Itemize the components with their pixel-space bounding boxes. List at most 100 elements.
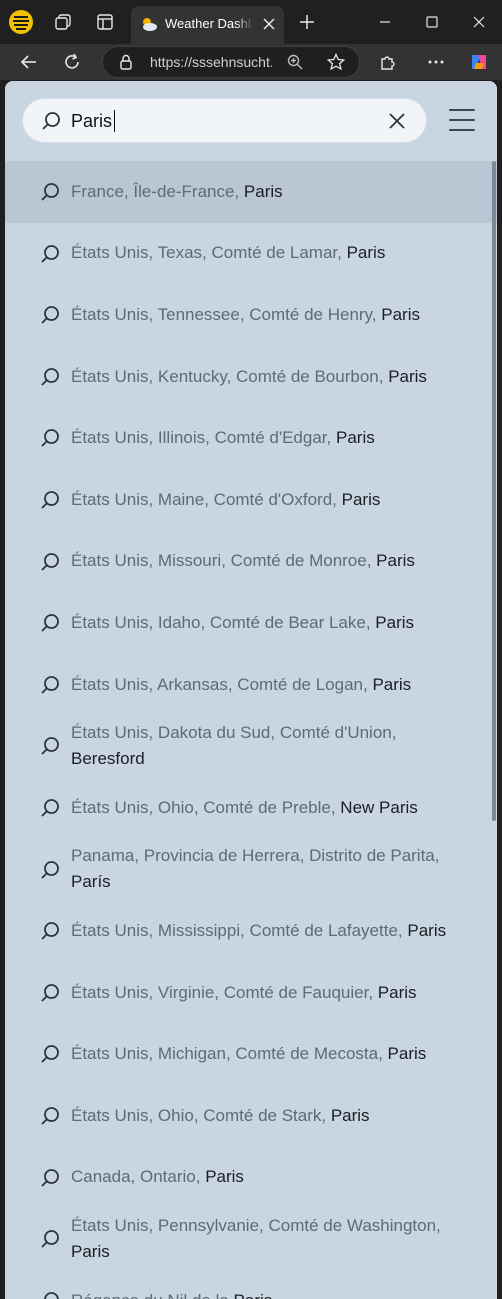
result-region: États Unis, Pennsylvanie, Comté de Washi… bbox=[71, 1215, 441, 1235]
result-row[interactable]: États Unis, Dakota du Sud, Comté d'Union… bbox=[5, 715, 497, 777]
result-region: États Unis, Arkansas, Comté de Logan, bbox=[71, 674, 373, 694]
result-row[interactable]: États Unis, Pennsylvanie, Comté de Washi… bbox=[5, 1208, 497, 1270]
result-place: Paris bbox=[377, 982, 417, 1002]
result-text: France, Île-de-France, Paris bbox=[71, 161, 471, 223]
result-text: États Unis, Ohio, Comté de Stark, Paris bbox=[71, 1085, 471, 1147]
search-icon bbox=[40, 428, 60, 448]
result-text: États Unis, Pennsylvanie, Comté de Washi… bbox=[71, 1208, 471, 1270]
result-row[interactable]: États Unis, Michigan, Comté de Mecosta, … bbox=[5, 1023, 497, 1085]
result-region: États Unis, Idaho, Comté de Bear Lake, bbox=[71, 612, 376, 632]
result-row[interactable]: Canada, Ontario, Paris bbox=[5, 1147, 497, 1209]
url-text: https://sssehnsucht.github.io bbox=[150, 54, 272, 70]
search-icon bbox=[40, 1168, 60, 1188]
clear-search-icon[interactable] bbox=[387, 111, 407, 131]
result-text: Régence du Nil de la Paris bbox=[71, 1270, 471, 1299]
search-icon bbox=[41, 111, 61, 131]
result-row[interactable]: États Unis, Illinois, Comté d'Edgar, Par… bbox=[5, 407, 497, 469]
result-region: États Unis, Kentucky, Comté de Bourbon, bbox=[71, 366, 389, 386]
search-icon bbox=[40, 675, 60, 695]
result-text: États Unis, Kentucky, Comté de Bourbon, … bbox=[71, 346, 471, 408]
result-place: Paris bbox=[341, 489, 381, 509]
search-icon bbox=[40, 736, 60, 756]
search-icon bbox=[40, 552, 60, 572]
result-place: Paris bbox=[205, 1167, 244, 1187]
result-row[interactable]: États Unis, Ohio, Comté de Preble, New P… bbox=[5, 777, 497, 839]
search-icon bbox=[40, 305, 60, 325]
result-text: États Unis, Texas, Comté de Lamar, Paris bbox=[71, 223, 471, 285]
search-input[interactable] bbox=[71, 107, 371, 135]
result-region: États Unis, Tennessee, Comté de Henry, bbox=[71, 304, 382, 324]
maximize-icon[interactable] bbox=[417, 8, 447, 36]
search-icon bbox=[40, 921, 60, 941]
result-text: Canada, Ontario, Paris bbox=[71, 1147, 471, 1209]
result-text: États Unis, Illinois, Comté d'Edgar, Par… bbox=[71, 407, 471, 469]
search-header bbox=[5, 81, 497, 161]
result-row[interactable]: États Unis, Ohio, Comté de Stark, Paris bbox=[5, 1085, 497, 1147]
result-text: États Unis, Arkansas, Comté de Logan, Pa… bbox=[71, 654, 471, 716]
result-region: États Unis, Michigan, Comté de Mecosta, bbox=[71, 1044, 388, 1064]
result-place: Paris bbox=[375, 612, 415, 632]
search-icon bbox=[40, 1291, 60, 1299]
zoom-icon[interactable] bbox=[287, 54, 303, 70]
back-arrow-icon[interactable] bbox=[15, 48, 43, 76]
minimize-icon[interactable] bbox=[370, 8, 400, 36]
tab-title: Weather Dashboard bbox=[165, 16, 253, 31]
result-place: Paris bbox=[388, 366, 427, 386]
search-box[interactable] bbox=[22, 98, 427, 143]
result-row[interactable]: États Unis, Mississippi, Comté de Lafaye… bbox=[5, 900, 497, 962]
result-text: États Unis, Mississippi, Comté de Lafaye… bbox=[71, 900, 471, 962]
new-tab-icon[interactable] bbox=[294, 9, 320, 35]
result-place: Paris bbox=[381, 304, 420, 324]
search-icon bbox=[40, 367, 60, 387]
result-row[interactable]: États Unis, Tennessee, Comté de Henry, P… bbox=[5, 284, 497, 346]
window-close-icon[interactable] bbox=[464, 8, 494, 36]
tab-weather-dashboard[interactable]: Weather Dashboard bbox=[131, 6, 284, 44]
result-row[interactable]: États Unis, Maine, Comté d'Oxford, Paris bbox=[5, 469, 497, 531]
search-results-list: France, Île-de-France, Paris États Unis, … bbox=[5, 161, 497, 1299]
result-row[interactable]: États Unis, Missouri, Comté de Monroe, P… bbox=[5, 531, 497, 593]
result-region: Régence du Nil de la bbox=[71, 1291, 234, 1299]
search-icon bbox=[40, 1229, 60, 1249]
result-place: Paris bbox=[335, 428, 375, 448]
result-place: Paris bbox=[346, 243, 386, 263]
result-row[interactable]: Régence du Nil de la Paris bbox=[5, 1270, 497, 1299]
result-text: États Unis, Virginie, Comté de Fauquier,… bbox=[71, 962, 471, 1024]
result-place: New Paris bbox=[340, 797, 418, 817]
workspaces-icon[interactable] bbox=[50, 9, 76, 35]
result-text: États Unis, Idaho, Comté de Bear Lake, P… bbox=[71, 592, 471, 654]
result-place: Paris bbox=[387, 1044, 427, 1064]
result-region: États Unis, Ohio, Comté de Preble, bbox=[71, 797, 341, 817]
result-region: États Unis, Missouri, Comté de Monroe, bbox=[71, 551, 377, 571]
result-place: Paris bbox=[372, 674, 412, 694]
result-region: États Unis, Ohio, Comté de Stark, bbox=[71, 1105, 331, 1125]
extensions-icon[interactable] bbox=[374, 48, 402, 76]
result-row[interactable]: États Unis, Kentucky, Comté de Bourbon, … bbox=[5, 346, 497, 408]
result-row[interactable]: États Unis, Idaho, Comté de Bear Lake, P… bbox=[5, 592, 497, 654]
result-place: Paris bbox=[376, 551, 415, 571]
vertical-tabs-icon[interactable] bbox=[92, 9, 118, 35]
favorite-star-icon[interactable] bbox=[326, 52, 346, 71]
result-region: France, Île-de-France, bbox=[71, 181, 244, 201]
result-row[interactable]: États Unis, Arkansas, Comté de Logan, Pa… bbox=[5, 654, 497, 716]
copilot-icon[interactable] bbox=[465, 48, 493, 76]
browser-tab-bar: Weather Dashboard bbox=[0, 0, 502, 44]
scrollbar[interactable] bbox=[492, 161, 496, 821]
result-place: Beresford bbox=[71, 749, 145, 769]
result-place: Paris bbox=[71, 1241, 110, 1261]
lock-icon[interactable] bbox=[119, 54, 135, 70]
result-place: Paris bbox=[407, 920, 447, 940]
tab-close-icon[interactable] bbox=[260, 15, 278, 33]
result-place: París bbox=[71, 872, 111, 892]
result-text: États Unis, Ohio, Comté de Preble, New P… bbox=[71, 777, 471, 839]
profile-avatar-icon[interactable] bbox=[8, 9, 34, 35]
weather-favicon-icon bbox=[139, 15, 159, 35]
result-row[interactable]: États Unis, Texas, Comté de Lamar, Paris bbox=[5, 223, 497, 285]
more-options-icon[interactable] bbox=[422, 48, 450, 76]
search-icon bbox=[40, 613, 60, 633]
result-row[interactable]: France, Île-de-France, Paris bbox=[5, 161, 497, 223]
reload-icon[interactable] bbox=[58, 48, 86, 76]
url-field[interactable]: https://sssehnsucht.github.io bbox=[102, 46, 360, 78]
result-row[interactable]: Panama, Provincia de Herrera, Distrito d… bbox=[5, 839, 497, 901]
result-row[interactable]: États Unis, Virginie, Comté de Fauquier,… bbox=[5, 962, 497, 1024]
hamburger-menu-icon[interactable] bbox=[449, 109, 475, 131]
